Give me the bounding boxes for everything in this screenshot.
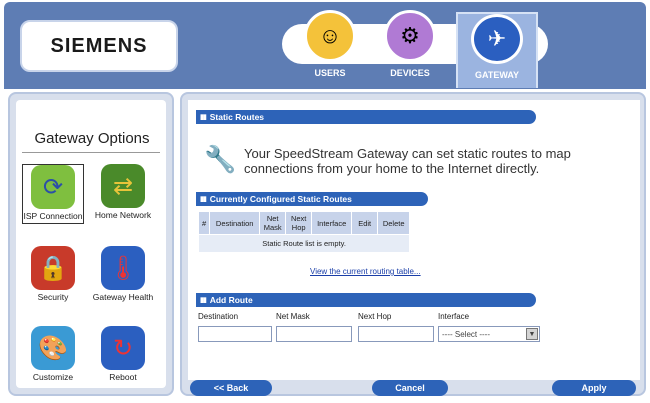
- view-routing-table-link[interactable]: View the current routing table...: [310, 267, 421, 276]
- configured-routes-title: Currently Configured Static Routes: [209, 194, 352, 204]
- gateway-health-icon: 🌡: [101, 246, 145, 290]
- column-header: #: [197, 211, 211, 235]
- configured-routes-header: ▮▮ Currently Configured Static Routes: [196, 192, 428, 206]
- reboot-icon: ↻: [101, 326, 145, 370]
- column-header: Next Hop: [285, 211, 313, 235]
- sidebar-item-reboot[interactable]: ↻ Reboot: [92, 326, 154, 382]
- empty-message: Static Route list is empty.: [197, 234, 411, 253]
- net-mask-label: Net Mask: [276, 312, 310, 321]
- sidebar-item-label: Gateway Health: [92, 292, 154, 302]
- sidebar-item-label: Customize: [32, 372, 74, 382]
- tab-users-label: USERS: [314, 68, 346, 78]
- sidebar-item-label: Reboot: [109, 372, 137, 382]
- destination-input[interactable]: [198, 326, 272, 342]
- tab-gateway[interactable]: ✈ GATEWAY: [456, 12, 538, 88]
- sidebar-item-label: ISP Connection: [23, 211, 83, 221]
- sidebar-title: Gateway Options: [34, 130, 150, 147]
- section-bars-icon: ▮▮: [200, 114, 207, 121]
- column-header: Interface: [311, 211, 353, 235]
- intro-text: Your SpeedStream Gateway can set static …: [244, 146, 571, 176]
- next-hop-label: Next Hop: [358, 312, 392, 321]
- net-mask-input[interactable]: [276, 326, 352, 342]
- isp-connection-icon: ⟳: [31, 165, 75, 209]
- sidebar-item-gateway-health[interactable]: 🌡 Gateway Health: [92, 246, 154, 302]
- add-route-header: ▮▮ Add Route: [196, 293, 536, 307]
- tab-devices-label: DEVICES: [390, 68, 430, 78]
- interface-select[interactable]: ---- Select ---- ▼: [438, 326, 540, 342]
- security-icon: 🔒: [31, 246, 75, 290]
- sidebar-divider: [22, 152, 160, 153]
- tab-users[interactable]: ☺ USERS: [292, 8, 368, 86]
- sidebar: Gateway Options ⟳ ISP Connection ⇄ Home …: [8, 92, 174, 396]
- wrench-icon: 🔧: [204, 144, 237, 174]
- main-panel: ▮▮ Static Routes 🔧 Your SpeedStream Gate…: [180, 92, 646, 396]
- section-bars-icon: ▮▮: [200, 297, 207, 304]
- sidebar-item-home-network[interactable]: ⇄ Home Network: [92, 164, 154, 220]
- home-network-icon: ⇄: [101, 164, 145, 208]
- sidebar-item-security[interactable]: 🔒 Security: [22, 246, 84, 302]
- sidebar-item-label: Security: [37, 292, 69, 302]
- devices-icon: ⚙: [384, 10, 436, 62]
- gateway-icon: ✈: [471, 14, 523, 64]
- sidebar-item-isp-connection[interactable]: ⟳ ISP Connection: [22, 164, 84, 224]
- sidebar-inner: Gateway Options ⟳ ISP Connection ⇄ Home …: [16, 100, 166, 388]
- customize-icon: 🎨: [31, 326, 75, 370]
- back-button[interactable]: << Back: [190, 380, 272, 396]
- static-routes-table: # Destination Net Mask Next Hop Interfac…: [197, 211, 411, 253]
- table-header-row: # Destination Net Mask Next Hop Interfac…: [197, 211, 411, 235]
- static-routes-title: Static Routes: [209, 112, 265, 122]
- table-row: Static Route list is empty.: [197, 234, 411, 253]
- users-icon: ☺: [304, 10, 356, 62]
- tab-devices[interactable]: ⚙ DEVICES: [372, 8, 448, 86]
- column-header: Destination: [209, 211, 261, 235]
- next-hop-input[interactable]: [358, 326, 434, 342]
- dropdown-arrow-icon: ▼: [526, 328, 538, 340]
- main-content: ▮▮ Static Routes 🔧 Your SpeedStream Gate…: [188, 100, 640, 380]
- tab-gateway-label: GATEWAY: [474, 70, 519, 80]
- column-header: Net Mask: [259, 211, 287, 235]
- static-routes-header: ▮▮ Static Routes: [196, 110, 536, 124]
- column-header: Delete: [377, 211, 411, 235]
- apply-button[interactable]: Apply: [552, 380, 636, 396]
- sidebar-item-customize[interactable]: 🎨 Customize: [22, 326, 84, 382]
- interface-select-value: ---- Select ----: [442, 329, 490, 339]
- sidebar-item-label: Home Network: [94, 210, 152, 220]
- cancel-button[interactable]: Cancel: [372, 380, 448, 396]
- section-bars-icon: ▮▮: [200, 196, 207, 203]
- destination-label: Destination: [198, 312, 239, 321]
- column-header: Edit: [351, 211, 379, 235]
- logo-text: SIEMENS: [50, 34, 148, 57]
- siemens-logo: SIEMENS: [20, 20, 178, 72]
- interface-label: Interface: [438, 312, 470, 321]
- add-route-title: Add Route: [209, 295, 253, 305]
